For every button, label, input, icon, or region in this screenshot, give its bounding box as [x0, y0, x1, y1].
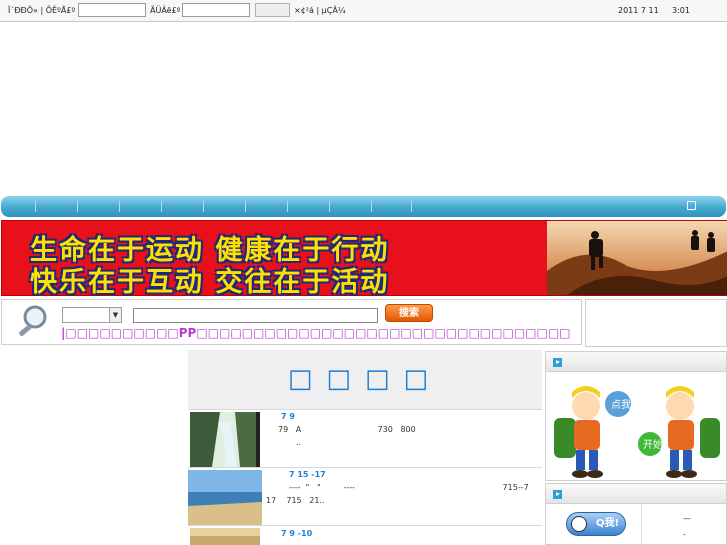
password-label: ÃÜÂë£º: [150, 6, 181, 15]
contact-panel: Q我! — -: [545, 483, 727, 545]
item-thumbnail[interactable]: [188, 470, 262, 525]
nav-item[interactable]: [35, 201, 36, 212]
right-top-box: [585, 299, 727, 347]
register-login-links[interactable]: ×¢²á | µÇÂ¼: [294, 6, 346, 15]
item-text: 17 715 21..: [266, 496, 325, 505]
chevron-down-icon[interactable]: ▼: [109, 308, 121, 322]
slogan-banner: 生命在于运动 健康在于行动 快乐在于互动 交往在于活动: [1, 220, 727, 298]
hikers-photo: [547, 221, 727, 295]
scrolling-notice[interactable]: |□□□□□□□□□□PP□□□□□□□□□□□□□□□□□□□□□□□□□□□…: [61, 326, 571, 340]
nav-item[interactable]: [287, 201, 288, 212]
item-title[interactable]: 7 9 -10: [281, 529, 312, 538]
slogan-line-2: 快乐在于互动 交往在于活动: [30, 267, 390, 298]
qq-button-label: Q我!: [595, 518, 619, 529]
activity-list: □□□□ 7 9 79 A 730 800 .. 7 15 -17 ---- "…: [188, 350, 542, 545]
date-text: 2011 7 11: [618, 6, 659, 15]
search-input[interactable]: [133, 308, 378, 323]
divider: [641, 504, 642, 545]
contact-text: —: [683, 514, 691, 523]
tv-icon[interactable]: [687, 201, 696, 210]
nav-item[interactable]: [411, 201, 412, 212]
search-category-select[interactable]: ▼: [62, 307, 122, 323]
username-label: Ï´ÐÐÕ» | ÕÊºÅ£º: [8, 6, 76, 15]
item-title[interactable]: 7 9: [281, 412, 295, 421]
nav-item[interactable]: [245, 201, 246, 212]
list-item[interactable]: 7 15 -17 ---- " " ---- 715--7 17 715 21.…: [188, 467, 542, 525]
username-input[interactable]: [78, 3, 146, 17]
svg-text:点我: 点我: [611, 399, 631, 411]
item-title[interactable]: 7 15 -17: [289, 470, 326, 479]
panel-header: [546, 352, 726, 372]
list-item[interactable]: 7 9 79 A 730 800 ..: [188, 409, 542, 467]
magnifier-icon: [19, 305, 47, 336]
nav-item[interactable]: [371, 201, 372, 212]
section-title: □□□□: [287, 364, 443, 394]
item-text: ---- " " ---- 715--7: [289, 483, 529, 492]
qq-contact-button[interactable]: Q我!: [566, 512, 626, 536]
item-text: 79 A 730 800: [278, 425, 416, 434]
qq-penguin-icon: [571, 516, 587, 532]
contact-text: -: [683, 530, 686, 539]
search-button[interactable]: 搜索: [385, 304, 433, 322]
search-panel: ▼ 搜索 |□□□□□□□□□□PP□□□□□□□□□□□□□□□□□□□□□□…: [1, 299, 582, 345]
list-item[interactable]: 7 9 -10: [188, 525, 542, 545]
svg-text:开始: 开始: [643, 438, 663, 451]
login-button[interactable]: [255, 3, 290, 17]
nav-item[interactable]: [77, 201, 78, 212]
nav-item[interactable]: [161, 201, 162, 212]
login-bar: Ï´ÐÐÕ» | ÕÊºÅ£º ÃÜÂë£º ×¢²á | µÇÂ¼ 2011 …: [0, 0, 727, 22]
join-panel: 点我 开始: [545, 351, 727, 481]
nav-item[interactable]: [203, 201, 204, 212]
main-nav: [1, 196, 726, 217]
item-text: ..: [296, 438, 302, 447]
nav-item[interactable]: [119, 201, 120, 212]
cartoon-hikers-image[interactable]: 点我 开始: [550, 376, 724, 480]
password-input[interactable]: [182, 3, 250, 17]
item-thumbnail[interactable]: [190, 528, 260, 545]
nav-item[interactable]: [329, 201, 330, 212]
arrow-icon: [553, 490, 562, 499]
item-thumbnail[interactable]: [190, 412, 260, 467]
panel-header: [546, 484, 726, 504]
time-text: 3:01: [672, 6, 690, 15]
arrow-icon: [553, 358, 562, 367]
